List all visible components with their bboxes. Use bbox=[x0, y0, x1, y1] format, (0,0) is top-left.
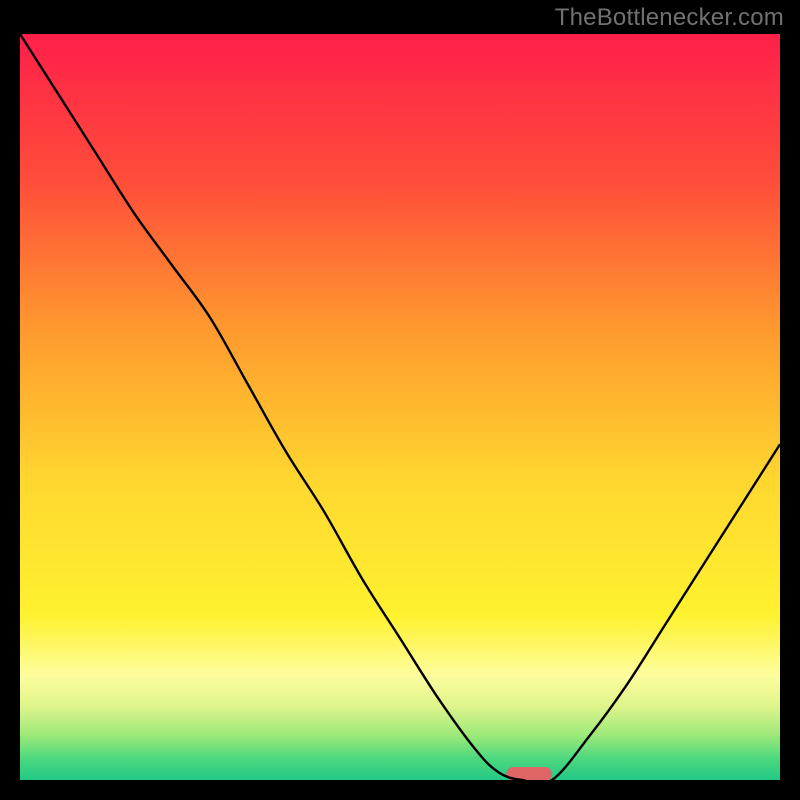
gradient-background bbox=[20, 34, 780, 780]
watermark-text: TheBottlenecker.com bbox=[555, 4, 784, 32]
bottleneck-curve-chart bbox=[20, 34, 780, 780]
plot-area bbox=[20, 34, 780, 780]
chart-container: TheBottlenecker.com bbox=[0, 0, 800, 800]
